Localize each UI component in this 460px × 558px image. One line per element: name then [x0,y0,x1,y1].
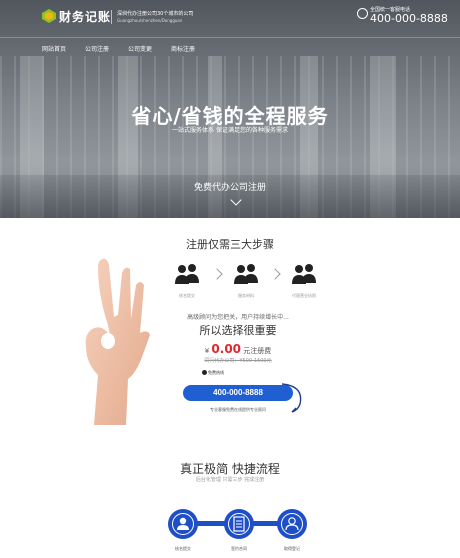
users-icon [175,264,199,284]
ok-hand-image [85,258,150,425]
chevron-right-icon [211,268,223,280]
top-bar: 财务记账 深圳代办注册公司30个城市的公司 Guangzhou/shenzhen… [0,0,460,38]
phone-icon [357,8,368,19]
hero-cta-link[interactable]: 免费代办公司注册 [0,180,460,193]
phone-icon [202,370,207,375]
process-step [277,509,307,539]
price-unit: 元注册费 [243,347,272,355]
hero-subtitle: 一站式服务体系 保证满足您的各种服务需求 [172,127,288,134]
nav-item-home[interactable]: 网站首页 [42,44,66,53]
process-title: 真正极简 快捷流程 [180,462,280,476]
users-icon [292,264,316,284]
price-symbol: ¥ [204,347,210,355]
logo-tagline: 深圳代办注册公司30个城市的公司 [117,11,194,17]
chevron-right-icon [269,268,281,280]
hotline-number: 400-000-8888 [370,12,448,25]
offer-lead: 高级顾问为您把关，用户持续增长中... [187,314,289,321]
nav-item-company-change[interactable]: 公司变更 [128,44,152,53]
offer-note: 专业客服免费在线提供专业顾问 [210,407,266,412]
price-value: 0.00 [211,342,242,356]
call-button[interactable]: 400-000-8888 [183,385,293,401]
price-display: ¥ 0.00 元注册费 [178,342,298,356]
logo-divider [111,10,112,24]
person-icon [177,517,189,530]
offer-subhead: 所以选择很重要 [199,324,277,337]
process-step-label: 取得登记 [284,546,300,551]
users-icon [234,264,258,284]
user-badge-icon [285,517,299,531]
logo-tagline-en: Guangzhou/shenzhen/Dongguan [117,18,183,23]
step-label: 核名提交 [179,293,195,298]
competitor-price: 同行代办公司：¥500-1500元 [204,358,272,364]
process-step [168,509,198,539]
document-icon [233,516,245,532]
step-label: 服务材料 [238,293,254,298]
process-step-label: 核名提交 [175,546,191,551]
logo-text[interactable]: 财务记账 [59,8,111,25]
process-step [224,509,254,539]
logo-icon [42,9,56,23]
nav-item-trademark[interactable]: 商标注册 [171,44,195,53]
nav-item-company-registration[interactable]: 公司注册 [85,44,109,53]
steps-title: 注册仅需三大步骤 [186,238,274,251]
step-label: 代理营业执照 [292,293,316,298]
hero-banner: 财务记账 深圳代办注册公司30个城市的公司 Guangzhou/shenzhen… [0,0,460,218]
process-subtitle: 后台化管理 只需三步 完成注册 [195,477,265,483]
process-step-label: 签约合同 [231,546,247,551]
free-hotline-label: 免费热线 [208,370,224,375]
